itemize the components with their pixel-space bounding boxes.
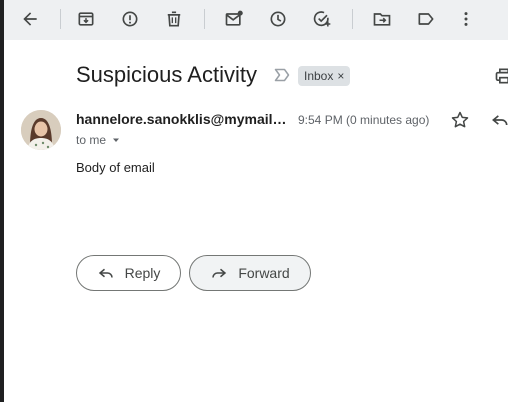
report-spam-icon[interactable]: [116, 6, 144, 32]
reply-icon: [98, 268, 113, 278]
more-options-icon[interactable]: [452, 6, 480, 32]
toolbar-divider: [60, 9, 61, 29]
print-icon[interactable]: [494, 66, 508, 86]
inbox-label-chip[interactable]: Inbox ×: [298, 66, 351, 86]
inbox-label-text: Inbox: [304, 69, 334, 83]
toolbar-divider: [204, 9, 205, 29]
forward-icon: [212, 268, 227, 278]
recipients-label: to me: [76, 133, 107, 147]
reply-button[interactable]: Reply: [76, 255, 181, 291]
reply-button-label: Reply: [124, 265, 161, 281]
toolbar: [4, 0, 508, 40]
star-icon[interactable]: [450, 110, 470, 130]
mark-unread-icon[interactable]: [220, 6, 248, 32]
snooze-icon[interactable]: [264, 6, 292, 32]
email-window: Suspicious Activity Inbox × hannelore.sa…: [4, 0, 508, 402]
email-body: Body of email: [76, 160, 155, 175]
email-subject: Suspicious Activity: [76, 62, 257, 87]
sender-address[interactable]: hannelore.sanokklis@mymail.com: [76, 111, 288, 127]
reply-icon[interactable]: [490, 110, 508, 130]
remove-label-icon[interactable]: ×: [337, 69, 344, 83]
forward-button[interactable]: Forward: [189, 255, 311, 291]
label-icon[interactable]: [412, 6, 440, 32]
recipients-summary[interactable]: to me: [76, 133, 122, 147]
delete-icon[interactable]: [160, 6, 188, 32]
avatar[interactable]: [21, 110, 61, 150]
add-task-icon[interactable]: [308, 6, 336, 32]
importance-marker-icon[interactable]: [274, 68, 290, 82]
archive-icon[interactable]: [72, 6, 100, 32]
message-timestamp: 9:54 PM (0 minutes ago): [298, 113, 430, 127]
forward-button-label: Forward: [238, 265, 290, 281]
back-arrow-icon[interactable]: [16, 6, 44, 32]
chevron-down-icon[interactable]: [110, 134, 122, 146]
move-to-icon[interactable]: [368, 6, 396, 32]
toolbar-divider: [352, 9, 353, 29]
